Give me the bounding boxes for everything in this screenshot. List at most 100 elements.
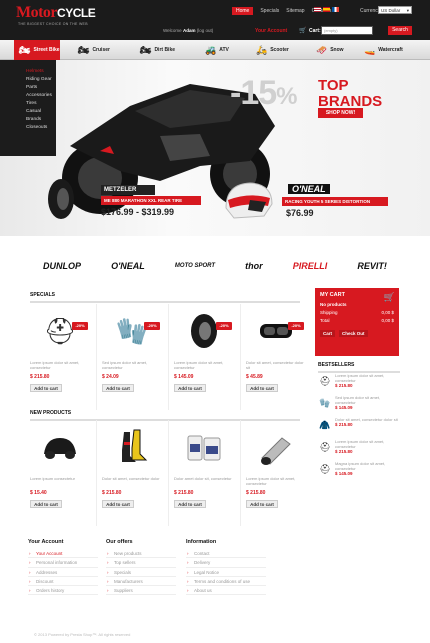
footer-link[interactable]: Suppliers [106, 586, 176, 596]
product-image[interactable]: -20% [246, 306, 306, 356]
boots-icon [122, 429, 148, 462]
product-description[interactable]: Sed ipsum dolor sit amet, consectetur [102, 360, 162, 372]
footer-link[interactable]: Terms and conditions of use [186, 577, 266, 587]
flag-en-icon[interactable] [314, 7, 321, 12]
logout-link[interactable]: (log out) [197, 28, 214, 33]
footer-col-account: Your Account Your Account Personal infor… [28, 539, 98, 596]
cruiser-icon: 🏍 [78, 44, 90, 55]
product-price: $ 15.40 [30, 490, 47, 496]
side-menu-helmets[interactable]: Helmets [0, 68, 56, 76]
checkout-button[interactable]: Check Out [339, 330, 368, 337]
nav-sitemap[interactable]: Sitemap [286, 8, 304, 15]
add-to-cart-button[interactable]: Add to cart [102, 384, 134, 392]
category-atv[interactable]: 🚜 ATV [205, 40, 229, 60]
flag-fr-icon[interactable] [332, 7, 339, 12]
nav-home[interactable]: Home [232, 7, 254, 15]
brand-dunlop[interactable]: DUNLOP [43, 261, 81, 271]
product-card[interactable]: -20% Lorem ipsum dolor sit amet, consect… [174, 306, 234, 392]
product-image[interactable]: -20% [174, 306, 234, 356]
brand-thor[interactable]: thor [245, 261, 263, 271]
promo-tire[interactable]: METZELER ME 880 MARATHON XXL REAR TIRE $… [48, 179, 203, 223]
bestseller-item[interactable]: ⛑ Magna ipsum dolor sit amet, consectetur… [318, 461, 400, 483]
category-dirt-bike[interactable]: 🏍 Dirt Bike [140, 40, 175, 60]
product-card[interactable]: 🧤 -20% Sed ipsum dolor sit amet, consecte… [102, 306, 162, 392]
footer-link[interactable]: Top sellers [106, 558, 176, 568]
footer-link[interactable]: Legal Notice [186, 568, 266, 577]
oneal-logo: O'NEAL [288, 184, 330, 194]
search-button[interactable]: Search [388, 26, 412, 35]
product-image[interactable] [102, 422, 162, 472]
category-scooter[interactable]: 🛵 Scooter [256, 40, 289, 60]
category-cruiser[interactable]: 🏍 Cruiser [78, 40, 110, 60]
add-to-cart-button[interactable]: Add to cart [102, 500, 134, 508]
footer-link[interactable]: Personal information [28, 558, 98, 568]
bestseller-item[interactable]: 🧤 Sed ipsum dolor sit amet, consectetur $ … [318, 395, 400, 417]
promo-helmet[interactable]: O'NEAL RACING YOUTH 5 SERIES DISTORTION … [220, 178, 390, 224]
footer-link[interactable]: Addresses [28, 568, 98, 577]
footer-link[interactable]: Orders history [28, 586, 98, 596]
product-image[interactable] [30, 422, 90, 472]
product-image[interactable]: 🧤 -20% [102, 306, 162, 356]
site-logo[interactable]: MotorCYCLE [16, 4, 96, 22]
product-image[interactable] [174, 422, 234, 472]
brand-revit[interactable]: REVIT! [357, 261, 387, 271]
shop-now-button[interactable]: SHOP NOW! [318, 108, 363, 118]
bestsellers-heading: BESTSELLERS [318, 362, 400, 373]
cart-icon[interactable]: 🛒 [299, 27, 306, 34]
add-to-cart-button[interactable]: Add to cart [246, 500, 278, 508]
product-image[interactable] [246, 422, 306, 472]
product-card[interactable]: Lorem ipsum consectetur $ 15.40 Add to c… [30, 422, 90, 508]
product-description[interactable]: Dolor amet dolor sit, consectetur [174, 476, 234, 488]
product-description[interactable]: Lorem ipsum consectetur [30, 476, 90, 488]
product-card[interactable]: Dolor amet dolor sit, consectetur $ 215.… [174, 422, 234, 508]
category-watercraft[interactable]: 🚤 Watercraft [364, 40, 403, 60]
footer-link[interactable]: Discount [28, 577, 98, 587]
your-account-link[interactable]: Your Account [255, 28, 287, 34]
product-card[interactable]: Dolor sit amet, consectetur dolor $ 215.… [102, 422, 162, 508]
bestseller-item[interactable]: 🧥 Dolor sit amet, consectetur dolor sit $ … [318, 417, 400, 439]
add-to-cart-button[interactable]: Add to cart [174, 500, 206, 508]
flag-es-icon[interactable] [323, 7, 330, 12]
side-menu-parts[interactable]: Parts [0, 84, 56, 92]
product-description[interactable]: Dolor sit amet, consectetur dolor sit [246, 360, 306, 372]
add-to-cart-button[interactable]: Add to cart [30, 384, 62, 392]
side-menu-brands[interactable]: Brands [0, 116, 56, 124]
brand-oneal[interactable]: O'NEAL [111, 261, 145, 271]
footer-link[interactable]: Delivery [186, 558, 266, 568]
brand-pirelli[interactable]: PIRELLI [293, 261, 328, 271]
side-menu-casual[interactable]: Casual [0, 108, 56, 116]
product-description[interactable]: Dolor sit amet, consectetur dolor [102, 476, 162, 488]
product-description[interactable]: Lorem ipsum dolor sit amet, consectetur [246, 476, 306, 488]
category-street-bike[interactable]: 🏍 Street Bike [14, 40, 60, 60]
add-to-cart-button[interactable]: Add to cart [246, 384, 278, 392]
cart-status-field[interactable]: (empty) [321, 26, 373, 35]
footer-link[interactable]: Your Account [28, 549, 98, 559]
bestseller-item[interactable]: ⛑ Lorem ipsum dolor sit amet, consectetur… [318, 373, 400, 395]
product-card[interactable]: Lorem ipsum dolor sit amet, consectetur … [246, 422, 306, 508]
nav-specials[interactable]: Specials [260, 8, 279, 15]
product-image[interactable]: ⛑ -20% [30, 306, 90, 356]
currency-select[interactable]: US Dollar ▾ [378, 6, 412, 14]
footer-link[interactable]: Manufacturers [106, 577, 176, 587]
side-menu-closeouts[interactable]: Closeouts [0, 124, 56, 132]
category-snow[interactable]: 🛷 Snow [316, 40, 344, 60]
bestseller-item[interactable]: ⛑ Lorem ipsum dolor sit amet, consectetur… [318, 439, 400, 461]
side-menu-riding-gear[interactable]: Riding Gear [0, 76, 56, 84]
exhaust-icon [261, 437, 291, 465]
footer-link[interactable]: Contact [186, 549, 266, 559]
side-menu-tires[interactable]: Tires [0, 100, 56, 108]
footer-link[interactable]: About us [186, 586, 266, 596]
add-to-cart-button[interactable]: Add to cart [174, 384, 206, 392]
product-card[interactable]: -20% Dolor sit amet, consectetur dolor s… [246, 306, 306, 392]
product-description[interactable]: Lorem ipsum dolor sit amet, consectetur [174, 360, 234, 372]
add-to-cart-button[interactable]: Add to cart [30, 500, 62, 508]
footer-link[interactable]: New products [106, 549, 176, 559]
cart-button[interactable]: Cart [320, 330, 336, 337]
side-menu-accessories[interactable]: Accessories [0, 92, 56, 100]
footer-link[interactable]: Specials [106, 568, 176, 577]
promo-helmet-price: $76.99 [286, 208, 314, 218]
brand-moto-sport[interactable]: MOTO SPORT [175, 263, 215, 269]
promo-tire-price: $176.99 - $319.99 [101, 207, 175, 217]
product-description[interactable]: Lorem ipsum dolor sit amet, consectetur [30, 360, 90, 372]
product-card[interactable]: ⛑ -20% Lorem ipsum dolor sit amet, consec… [30, 306, 90, 392]
